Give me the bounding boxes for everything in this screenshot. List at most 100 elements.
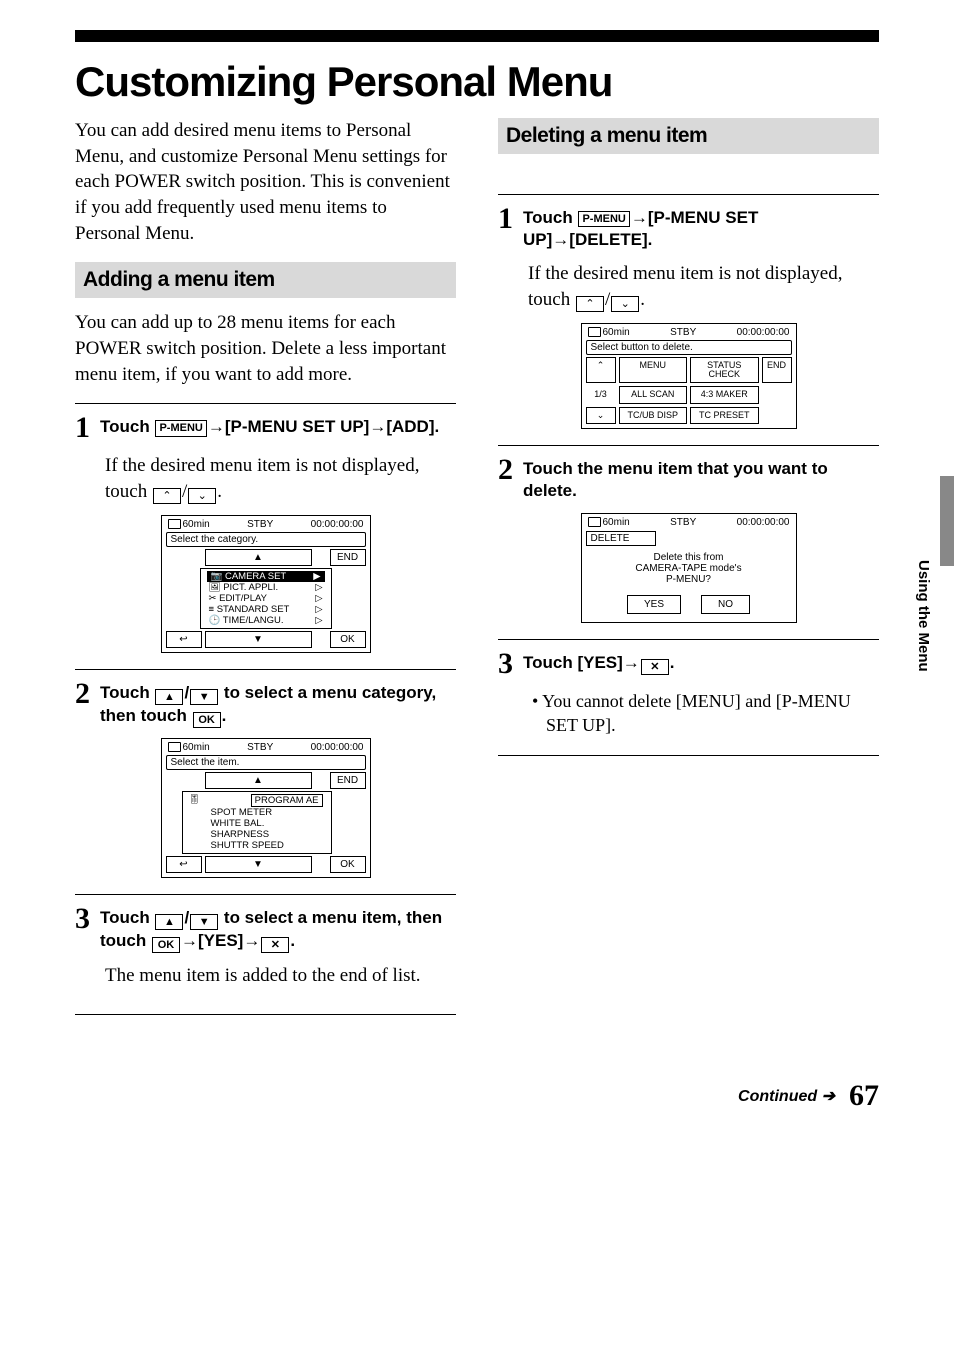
arrow-up-icon: ▲ [205,549,312,566]
t: / [184,683,189,702]
step-number: 2 [75,679,90,709]
step-heading-text: Touch ▲/▼ to select a menu category, the… [100,682,456,728]
arrow-up-icon: ▲ [155,689,183,705]
ok-button: OK [330,856,366,873]
adding-step-1: 1 Touch P-MENU→[P-MENU SET UP]→[ADD]. If… [75,403,456,652]
arrow-down-icon: ▼ [190,914,218,930]
section-deleting-heading: Deleting a menu item [498,118,879,154]
rec-mode: STBY [670,327,696,338]
li: SHARPNESS [189,829,325,840]
cell-tcub-disp: TC/UB DISP [619,407,688,424]
rec-mode: STBY [247,519,273,530]
tape-time: 60min [183,742,210,753]
step-number: 2 [498,455,513,485]
adding-intro: You can add up to 28 menu items for each… [75,310,456,387]
li: PROGRAM AE [251,794,323,807]
deleting-step-1: 1 Touch P-MENU→[P-MENU SET UP]→[DELETE].… [498,194,879,429]
cell-tc-preset: TC PRESET [690,407,759,424]
t: / [184,908,189,927]
step-number: 3 [75,904,90,934]
timecode: 00:00:00:00 [737,517,790,528]
adding-step-2: 2 Touch ▲/▼ to select a menu category, t… [75,669,456,878]
step-number: 1 [75,413,90,443]
lcd-screenshot-1: 60min STBY 00:00:00:00 Select the catego… [161,515,371,653]
scroll-down-icon: ⌄ [188,488,216,504]
lcd-subtitle: Select the item. [166,755,366,770]
end-button: END [330,772,366,789]
ok-button: OK [152,937,180,953]
top-black-bar [75,30,879,42]
step-heading-text: Touch P-MENU→[P-MENU SET UP]→[DELETE]. [523,207,879,251]
t: . [222,706,227,725]
cell-menu: MENU [619,357,688,384]
arrow-up-icon: ▲ [155,914,183,930]
msg-line-3: P-MENU? [584,574,794,585]
scroll-up-icon: ⌃ [586,357,616,384]
ok-button: OK [330,631,366,648]
scroll-down-icon: ⌄ [611,296,639,312]
scroll-down-icon: ⌄ [586,407,616,424]
cell-all-scan: ALL SCAN [619,386,688,403]
end-button: END [762,357,792,384]
msg-line-2: CAMERA-TAPE mode's [584,563,794,574]
page-number: 67 [849,1079,879,1113]
step-heading-text: Touch the menu item that you want to del… [523,458,879,502]
timecode: 00:00:00:00 [311,519,364,530]
timecode: 00:00:00:00 [737,327,790,338]
pmenu-button: P-MENU [155,420,206,436]
step-heading-text: Touch ▲/▼ to select a menu item, then to… [100,907,456,953]
no-button: NO [701,595,750,614]
tape-time: 60min [603,327,630,338]
lcd-screenshot-4: 60min STBY 00:00:00:00 DELETE Delete thi… [581,513,797,623]
msg-line-1: Delete this from [584,552,794,563]
thumb-tab [940,476,954,566]
li: PICT. APPLI. [223,582,278,593]
tape-time: 60min [603,517,630,528]
tape-time: 60min [183,519,210,530]
t: →[P-MENU SET UP]→[ADD]. [208,417,439,436]
li: EDIT/PLAY [219,593,267,604]
left-column: You can add desired menu items to Person… [75,118,456,1029]
scroll-up-icon: ⌃ [576,296,604,312]
return-icon: ↩ [166,631,202,648]
t: Touch [523,208,577,227]
yes-button: YES [627,595,681,614]
deleting-step-2: 2 Touch the menu item that you want to d… [498,445,879,622]
deleting-step-3: 3 Touch [YES]→✕. • You cannot delete [ME… [498,639,879,757]
lcd-screenshot-3: 60min STBY 00:00:00:00 Select button to … [581,323,797,430]
pmenu-button: P-MENU [578,211,629,227]
lcd-subtitle: Select the category. [166,532,366,547]
t: . [640,289,645,310]
page-footer: Continued ➔ 67 [75,1079,879,1113]
intro-text: You can add desired menu items to Person… [75,118,455,246]
li: STANDARD SET [217,604,290,615]
right-column: Deleting a menu item 1 Touch P-MENU→[P-M… [498,118,879,1029]
step-number: 1 [498,204,513,234]
li: WHITE BAL. [189,818,325,829]
step-heading-text: Touch [YES]→✕. [523,652,675,675]
close-icon: ✕ [261,937,289,953]
t: Touch [100,683,154,702]
t: / [605,289,610,310]
section-tab-label: Using the Menu [915,560,932,672]
page-indicator: 1/3 [586,386,616,403]
section-adding-heading: Adding a menu item [75,262,456,298]
page-title: Customizing Personal Menu [75,60,879,104]
ok-button: OK [193,712,221,728]
delete-label: DELETE [586,531,656,546]
timecode: 00:00:00:00 [311,742,364,753]
lcd-subtitle: Select button to delete. [586,340,792,355]
note-bullet: • You cannot delete [MENU] and [P-MENU S… [498,689,879,738]
li: SPOT METER [189,807,325,818]
t: Touch [YES]→ [523,653,640,672]
arrow-down-icon: ▼ [205,631,312,648]
t: . [217,481,222,502]
step-body: If the desired menu item is not displaye… [75,453,456,504]
end-button: END [330,549,366,566]
step-number: 3 [498,649,513,679]
step-body: The menu item is added to the end of lis… [75,963,456,989]
step-body: If the desired menu item is not displaye… [498,261,879,312]
t: . [670,653,675,672]
t: →[YES]→ [181,931,260,950]
li: TIME/LANGU. [223,615,284,626]
